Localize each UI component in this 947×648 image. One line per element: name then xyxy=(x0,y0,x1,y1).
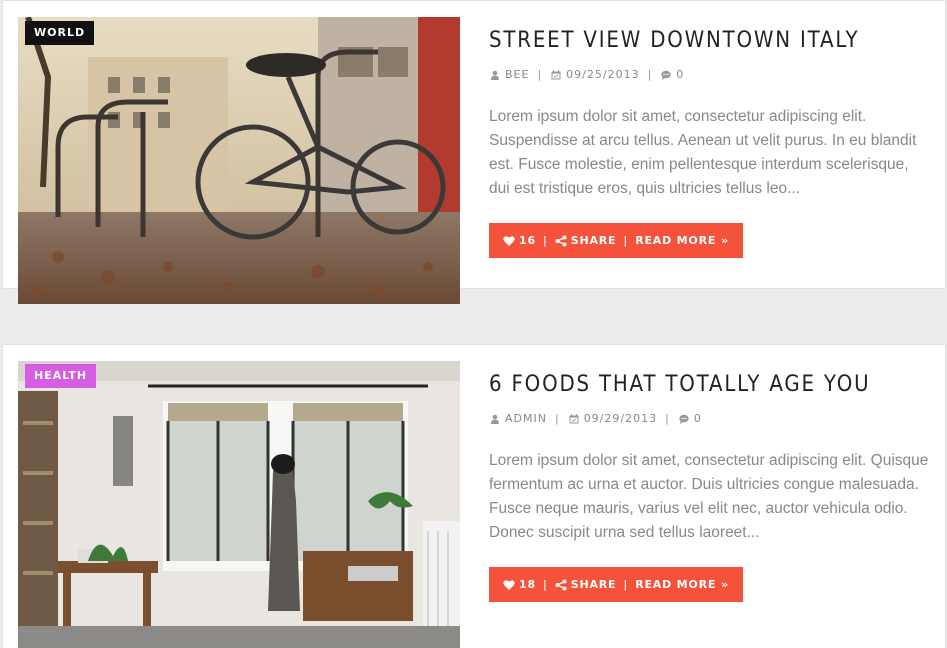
action-divider: | xyxy=(542,578,548,591)
like-count: 16 xyxy=(519,234,536,247)
like-button[interactable]: 16 xyxy=(503,234,536,247)
post-excerpt: Lorem ipsum dolor sit amet, consectetur … xyxy=(489,452,929,541)
calendar-icon xyxy=(550,69,562,81)
meta-divider: | xyxy=(647,68,653,81)
post-card: WORLD STREET VIEW DOWNTOWN ITALY BEE | 0… xyxy=(2,0,946,304)
read-more-label: READ MORE xyxy=(635,234,717,247)
post-thumbnail[interactable] xyxy=(18,17,460,304)
read-more-link[interactable]: READ MORE » xyxy=(635,234,729,247)
read-more-label: READ MORE xyxy=(635,578,717,591)
comment-icon xyxy=(660,69,672,81)
post-author[interactable]: ADMIN xyxy=(505,412,547,425)
share-button[interactable]: SHARE xyxy=(555,234,617,247)
action-divider: | xyxy=(623,234,629,247)
action-divider: | xyxy=(542,234,548,247)
post-meta: ADMIN | 09/29/2013 | 0 xyxy=(489,412,702,425)
action-divider: | xyxy=(623,578,629,591)
meta-divider: | xyxy=(665,412,670,425)
comment-count[interactable]: 0 xyxy=(694,412,702,425)
read-more-link[interactable]: READ MORE » xyxy=(635,578,729,591)
post-title[interactable]: 6 FOODS THAT TOTALLY AGE YOU xyxy=(489,372,870,397)
post-author[interactable]: BEE xyxy=(505,68,529,81)
heart-icon xyxy=(503,235,515,246)
category-badge[interactable]: HEALTH xyxy=(25,364,97,388)
double-chevron-right-icon: » xyxy=(721,578,730,591)
meta-divider: | xyxy=(537,68,543,81)
post-actions-bar: 18 | SHARE | READ MORE » xyxy=(489,567,744,602)
post-meta: BEE | 09/25/2013 | 0 xyxy=(489,68,684,81)
meta-divider: | xyxy=(554,412,560,425)
post-thumbnail[interactable] xyxy=(18,361,460,648)
like-count: 18 xyxy=(519,578,536,591)
calendar-icon xyxy=(568,413,580,425)
share-button[interactable]: SHARE xyxy=(555,578,617,591)
category-badge[interactable]: WORLD xyxy=(25,21,95,45)
like-button[interactable]: 18 xyxy=(503,578,536,591)
post-actions-bar: 16 | SHARE | READ MORE » xyxy=(489,223,744,258)
post-date: 09/29/2013 xyxy=(583,412,658,425)
share-label: SHARE xyxy=(570,578,617,591)
user-icon xyxy=(489,413,501,425)
bicycle-photo xyxy=(18,17,460,304)
heart-icon xyxy=(503,579,515,590)
share-label: SHARE xyxy=(570,234,617,247)
post-excerpt: Lorem ipsum dolor sit amet, consectetur … xyxy=(489,108,917,197)
comment-icon xyxy=(678,413,690,425)
user-icon xyxy=(489,69,501,81)
double-chevron-right-icon: » xyxy=(721,234,730,247)
share-icon xyxy=(555,579,567,590)
post-card: HEALTH 6 FOODS THAT TOTALLY AGE YOU ADMI… xyxy=(2,344,946,648)
share-icon xyxy=(555,235,567,246)
room-photo xyxy=(18,361,460,648)
comment-count[interactable]: 0 xyxy=(676,68,684,81)
post-title[interactable]: STREET VIEW DOWNTOWN ITALY xyxy=(489,28,859,53)
post-date: 09/25/2013 xyxy=(566,68,640,81)
